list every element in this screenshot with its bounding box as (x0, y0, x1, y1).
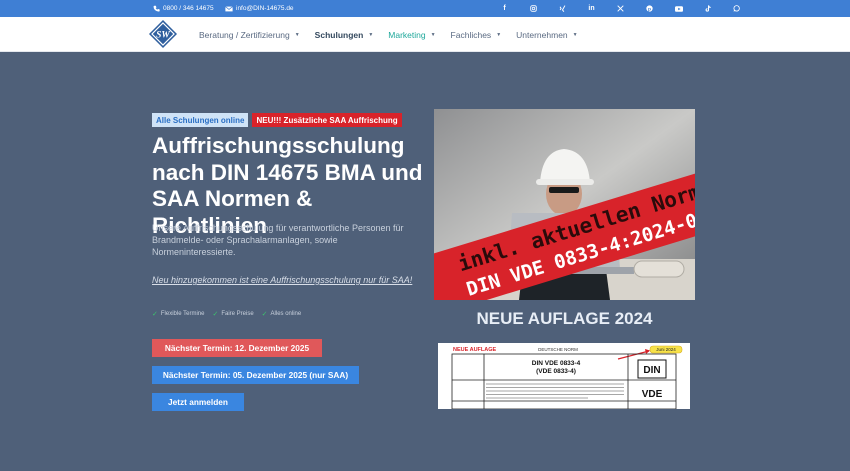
company-logo[interactable]: SW (148, 19, 178, 49)
x-icon[interactable] (606, 0, 635, 17)
check-icon: ✓ (261, 311, 268, 318)
doc-title-2: (VDE 0833-4) (536, 368, 576, 375)
nav-item-label: Marketing (388, 29, 426, 40)
feature-label: Alles online (270, 311, 302, 317)
linkedin-icon[interactable]: in (577, 0, 606, 17)
caret-down-icon: ▼ (572, 31, 578, 38)
nav-menu: Beratung / Zertifizierung ▼ Schulungen ▼… (199, 17, 593, 52)
din-logo: DIN (643, 365, 660, 376)
caret-down-icon: ▼ (496, 31, 502, 38)
doc-new-label: NEUE AUFLAGE (453, 347, 497, 353)
nav-item-fachliches[interactable]: Fachliches ▼ (451, 30, 502, 40)
nav-item-label: Beratung / Zertifizierung (199, 29, 290, 40)
caret-down-icon: ▼ (430, 31, 436, 38)
xing-icon[interactable] (548, 0, 577, 17)
online-badge: Alle Schulungen online (152, 113, 249, 127)
email-address: info@DIN-14675.de (236, 5, 294, 12)
feature-item: ✓ Alles online (262, 310, 302, 318)
svg-text:SW: SW (156, 31, 170, 41)
nav-item-unternehmen[interactable]: Unternehmen ▼ (516, 30, 577, 40)
caret-down-icon: ▼ (368, 31, 374, 38)
doc-date-tag: Juni 2024 (656, 347, 676, 352)
new-edition-heading: NEUE AUFLAGE 2024 (476, 309, 653, 328)
nav-item-marketing[interactable]: Marketing ▼ (388, 30, 435, 40)
doc-title-1: DIN VDE 0833-4 (532, 360, 581, 367)
hero-image: inkl. aktuellen Norm DIN VDE 0833-4:2024… (434, 109, 695, 300)
nav-item-schulungen[interactable]: Schulungen ▼ (315, 30, 374, 40)
facebook-icon[interactable]: f (490, 0, 519, 17)
tiktok-icon[interactable] (693, 0, 722, 17)
nav-item-label: Schulungen (314, 29, 364, 40)
feature-list: ✓ Flexible Termine ✓ Faire Preise ✓ Alles o… (152, 310, 309, 318)
feature-item: ✓ Flexible Termine (152, 310, 204, 318)
next-date-button[interactable]: Nächster Termin: 12. Dezember 2025 (152, 339, 322, 357)
phone-number: 0800 / 346 14675 (163, 5, 214, 12)
register-button[interactable]: Jetzt anmelden (152, 393, 244, 411)
whatsapp-icon[interactable] (722, 0, 751, 17)
email-link[interactable]: info@DIN-14675.de (225, 0, 294, 17)
doc-norm-label: DEUTSCHE NORM (538, 347, 578, 352)
nav-item-beratung[interactable]: Beratung / Zertifizierung ▼ (199, 30, 300, 40)
next-saa-date-button[interactable]: Nächster Termin: 05. Dezember 2025 (nur … (152, 366, 359, 384)
youtube-icon[interactable] (664, 0, 693, 17)
check-icon: ✓ (212, 311, 219, 318)
caret-down-icon: ▼ (294, 31, 300, 38)
norm-document-preview: NEUE AUFLAGE DEUTSCHE NORM Juni 2024 DIN… (438, 343, 690, 409)
nav-item-label: Unternehmen (516, 29, 568, 40)
feature-label: Flexible Termine (160, 311, 205, 317)
top-bar: 0800 / 346 14675 info@DIN-14675.de f in … (0, 0, 850, 17)
hero-description: Unsere Auffrischungsschulung für verantw… (152, 223, 404, 257)
vde-logo: VDE (642, 389, 663, 400)
svg-text:p: p (648, 7, 651, 12)
feature-label: Faire Preise (221, 311, 254, 317)
new-badge: NEU!!! Zusätzliche SAA Auffrischung (252, 113, 402, 127)
check-icon: ✓ (152, 311, 158, 318)
hero-badges: Alle Schulungen online NEU!!! Zusätzlich… (152, 113, 406, 127)
phone-link[interactable]: 0800 / 346 14675 (152, 0, 214, 17)
feature-item: ✓ Faire Preise (212, 310, 253, 318)
saa-info-link[interactable]: Neu hinzugekommen ist eine Auffrischungs… (152, 275, 412, 285)
instagram-icon[interactable] (519, 0, 548, 17)
nav-item-label: Fachliches (450, 29, 492, 40)
email-icon (225, 5, 233, 13)
pinterest-icon[interactable]: p (635, 0, 664, 17)
phone-icon (152, 5, 160, 13)
main-navigation: SW Beratung / Zertifizierung ▼ Schulunge… (0, 17, 850, 52)
social-links: f in p (490, 0, 751, 17)
